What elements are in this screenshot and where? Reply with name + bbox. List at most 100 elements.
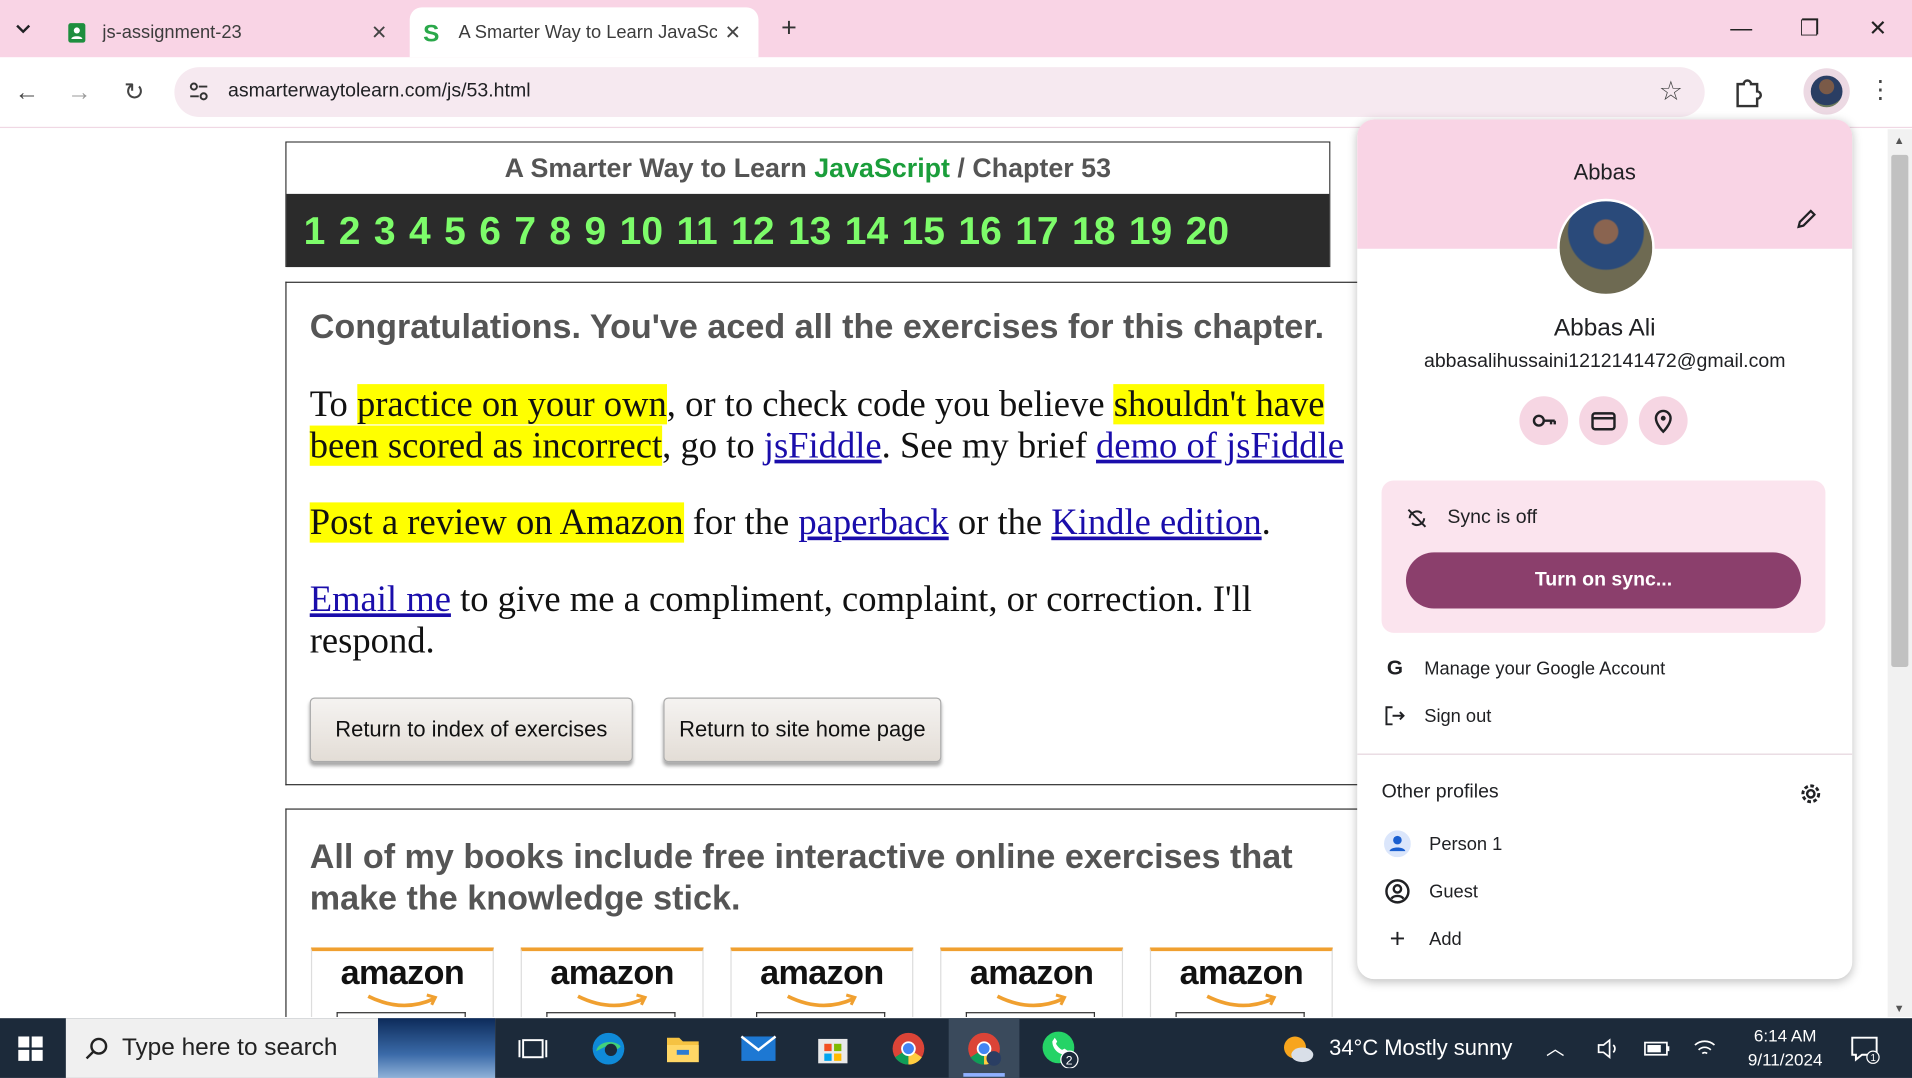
weather-widget[interactable]: 34°C Mostly sunny [1280, 1018, 1512, 1078]
back-button[interactable]: ← [9, 74, 46, 111]
email-link[interactable]: Email me [310, 579, 451, 619]
address-bar[interactable]: asmarterwaytolearn.com/js/53.html ☆ [174, 67, 1705, 118]
mail-icon[interactable] [723, 1018, 794, 1078]
forward-button[interactable]: → [61, 74, 98, 111]
windows-start-icon[interactable] [0, 1018, 61, 1078]
chapter-link[interactable]: 12 [731, 208, 774, 253]
completion-box: Congratulations. You've aced all the exe… [285, 281, 1383, 786]
add-profile-item[interactable]: + Add [1357, 918, 1852, 959]
whatsapp-icon[interactable]: 2 [1024, 1018, 1095, 1078]
chapter-link[interactable]: 9 [585, 208, 607, 253]
edge-icon[interactable] [573, 1018, 644, 1078]
chapter-link[interactable]: 20 [1186, 208, 1229, 253]
site-info-icon[interactable] [187, 79, 211, 103]
amazon-book-link[interactable]: amazon [940, 947, 1124, 1017]
chapter-link[interactable]: 5 [444, 208, 466, 253]
notification-icon[interactable]: 1 [1849, 1033, 1881, 1065]
demo-jsfiddle-link[interactable]: demo of jsFiddle [1096, 426, 1344, 466]
chapter-link[interactable]: 7 [514, 208, 536, 253]
tab-strip: js-assignment-23 ✕ S A Smarter Way to Le… [0, 0, 1912, 58]
chapter-link[interactable]: 4 [409, 208, 431, 253]
jsfiddle-link[interactable]: jsFiddle [764, 426, 882, 466]
location-pin-icon[interactable] [1638, 396, 1688, 446]
amazon-book-link[interactable]: amazon [310, 947, 494, 1017]
amazon-logo: amazon [1179, 953, 1304, 992]
site-s-icon: S [423, 21, 439, 43]
manage-profiles-gear-icon[interactable] [1799, 782, 1823, 806]
menu-kebab-icon[interactable]: ⋮ [1866, 72, 1895, 109]
amazon-book-link[interactable]: amazon [520, 947, 704, 1017]
text: To [309, 384, 357, 425]
chapter-link[interactable]: 17 [1015, 208, 1058, 253]
minimize-button[interactable]: — [1717, 12, 1766, 44]
passwords-key-icon[interactable] [1519, 396, 1569, 446]
close-tab-icon[interactable]: ✕ [363, 20, 395, 44]
chapter-link[interactable]: 3 [374, 208, 396, 253]
turn-on-sync-button[interactable]: Turn on sync... [1405, 552, 1802, 609]
edit-pencil-icon[interactable] [1794, 205, 1821, 232]
scroll-down-icon[interactable]: ▼ [1894, 1002, 1905, 1014]
divider [1357, 753, 1853, 755]
extensions-icon[interactable] [1730, 72, 1764, 109]
url-text[interactable]: asmarterwaytolearn.com/js/53.html [228, 80, 531, 102]
show-hidden-icons[interactable]: ︿ [1546, 1018, 1564, 1078]
reload-button[interactable]: ↻ [116, 74, 153, 111]
chapter-link[interactable]: 13 [788, 208, 831, 253]
battery-icon[interactable] [1644, 1018, 1671, 1078]
chapter-link[interactable]: 2 [339, 208, 361, 253]
close-tab-icon[interactable]: ✕ [717, 20, 749, 44]
payment-card-icon[interactable] [1579, 396, 1628, 446]
chapter-link[interactable]: 14 [845, 208, 888, 253]
return-home-button[interactable]: Return to site home page [663, 697, 942, 763]
highlight: practice on your own [356, 384, 667, 425]
scroll-thumb[interactable] [1891, 154, 1909, 668]
paperback-link[interactable]: paperback [798, 502, 948, 542]
chrome-icon[interactable] [873, 1018, 944, 1078]
chapter-number-nav: 1 2 3 4 5 6 7 8 9 10 11 12 13 14 15 16 17 18 19 20 [286, 193, 1330, 268]
taskbar-search-box[interactable]: Type here to search [65, 1018, 496, 1078]
kindle-link[interactable]: Kindle edition [1051, 502, 1261, 542]
chapter-link[interactable]: 15 [902, 208, 945, 253]
text: or the [948, 502, 1052, 543]
page-scrollbar[interactable]: ▲ ▼ [1887, 129, 1912, 1017]
scroll-up-icon[interactable]: ▲ [1894, 134, 1905, 146]
add-label: Add [1429, 928, 1462, 950]
store-icon[interactable] [797, 1018, 868, 1078]
restore-button[interactable]: ❐ [1785, 12, 1834, 44]
sign-out-item[interactable]: Sign out [1357, 695, 1852, 736]
tab-js-assignment[interactable]: js-assignment-23 ✕ [54, 7, 405, 57]
chapter-link[interactable]: 6 [479, 208, 501, 253]
chapter-link[interactable]: 16 [958, 208, 1001, 253]
chrome-profile-icon[interactable] [948, 1018, 1020, 1078]
task-view-icon[interactable] [498, 1018, 569, 1078]
bookmark-star-icon[interactable]: ☆ [1659, 76, 1683, 108]
chapter-link[interactable]: 19 [1129, 208, 1172, 253]
weather-sun-icon [1284, 1035, 1314, 1062]
tab-smarter-way[interactable]: S A Smarter Way to Learn JavaScr ✕ [409, 7, 759, 58]
profile-button[interactable] [1803, 68, 1850, 115]
sync-off-icon [1407, 509, 1427, 528]
active-indicator [963, 1073, 1005, 1077]
close-window-button[interactable]: ✕ [1853, 12, 1902, 44]
person1-item[interactable]: Person 1 [1357, 823, 1852, 864]
wifi-icon[interactable] [1693, 1018, 1717, 1078]
amazon-book-link[interactable]: amazon [1149, 947, 1333, 1017]
chapter-link[interactable]: 10 [620, 208, 663, 253]
new-tab-button[interactable]: + [773, 12, 805, 44]
chapter-link[interactable]: 1 [304, 208, 326, 253]
volume-icon[interactable] [1595, 1018, 1619, 1078]
text: , go to [662, 425, 764, 466]
manage-account-label: Manage your Google Account [1424, 657, 1666, 679]
tab-search-chevron-icon[interactable] [7, 12, 39, 44]
clock[interactable]: 6:14 AM 9/11/2024 [1729, 1023, 1841, 1072]
return-index-button[interactable]: Return to index of exercises [309, 697, 633, 763]
email-paragraph: Email me to give me a compliment, compla… [310, 579, 1359, 662]
guest-item[interactable]: Guest [1357, 871, 1852, 912]
chapter-link[interactable]: 11 [676, 208, 717, 253]
chapter-link[interactable]: 8 [549, 208, 571, 253]
amazon-book-link[interactable]: amazon [730, 947, 914, 1017]
tab-title: A Smarter Way to Learn JavaScr [458, 21, 718, 43]
file-explorer-icon[interactable] [647, 1018, 718, 1078]
manage-account-item[interactable]: G Manage your Google Account [1357, 647, 1852, 688]
chapter-link[interactable]: 18 [1072, 208, 1115, 253]
